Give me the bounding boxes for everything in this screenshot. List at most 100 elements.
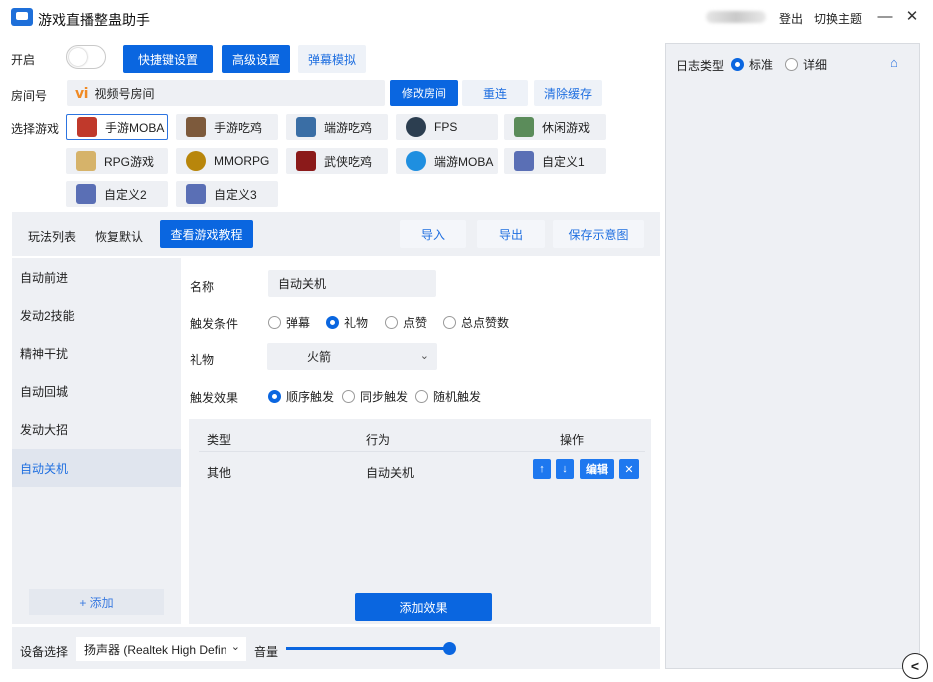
add-effect-button[interactable]: 添加效果: [355, 593, 492, 621]
game-item-custom-1[interactable]: 自定义1: [504, 148, 606, 174]
move-down-button[interactable]: ↓: [556, 459, 574, 479]
volume-slider-track[interactable]: [286, 647, 450, 650]
enable-toggle[interactable]: [66, 45, 106, 69]
log-radio-standard[interactable]: 标准: [731, 56, 773, 73]
clear-log-icon[interactable]: ⌂: [890, 55, 898, 70]
effect-label: 触发效果: [190, 391, 239, 405]
game-item-wuxia-pubg[interactable]: 武侠吃鸡: [286, 148, 388, 174]
column-header-type: 类型: [207, 433, 232, 447]
game-item-fps[interactable]: FPS: [396, 114, 498, 140]
hero-avatar-icon: [77, 117, 97, 137]
effect-radio-sync[interactable]: 同步触发: [342, 388, 408, 405]
room-value: 视频号房间: [94, 86, 155, 101]
name-label: 名称: [190, 280, 215, 294]
game-item-mmorpg[interactable]: MMORPG: [176, 148, 278, 174]
cs-icon: [406, 117, 426, 137]
play-item[interactable]: 自动回城: [12, 372, 181, 410]
room-field[interactable]: ⅵ 视频号房间: [67, 80, 385, 106]
advanced-settings-button[interactable]: 高级设置: [222, 45, 290, 73]
soldier-icon: [296, 117, 316, 137]
modify-room-button[interactable]: 修改房间: [390, 80, 458, 106]
play-item[interactable]: 精神干扰: [12, 334, 181, 372]
trigger-radio-danmaku[interactable]: 弹幕: [268, 314, 310, 331]
save-diagram-button[interactable]: 保存示意图: [553, 220, 644, 248]
game-item-mobile-moba[interactable]: 手游MOBA: [66, 114, 168, 140]
close-button[interactable]: ✕: [900, 6, 924, 28]
view-tutorial-button[interactable]: 查看游戏教程: [160, 220, 253, 248]
game-item-rpg[interactable]: RPG游戏: [66, 148, 168, 174]
clear-cache-button[interactable]: 清除缓存: [534, 80, 602, 106]
game-item-pc-moba[interactable]: 端游MOBA: [396, 148, 498, 174]
export-button[interactable]: 导出: [477, 220, 545, 248]
move-up-button[interactable]: ↑: [533, 459, 551, 479]
game-item-custom-3[interactable]: 自定义3: [176, 181, 278, 207]
delete-button[interactable]: ✕: [619, 459, 639, 479]
chevron-left-icon: <: [910, 658, 920, 674]
name-field[interactable]: 自动关机: [268, 270, 436, 297]
play-item-selected[interactable]: 自动关机: [12, 449, 181, 487]
game-item-mobile-pubg[interactable]: 手游吃鸡: [176, 114, 278, 140]
app-logo-icon: [11, 8, 33, 26]
play-item[interactable]: 发动大招: [12, 410, 181, 448]
lol-logo-icon: [406, 151, 426, 171]
column-header-action: 行为: [366, 433, 391, 447]
play-item[interactable]: 发动2技能: [12, 296, 181, 334]
logout-link[interactable]: 登出: [779, 10, 803, 27]
wechat-channels-icon: ⅵ: [75, 84, 89, 101]
wow-logo-icon: [186, 151, 206, 171]
trigger-label: 触发条件: [190, 317, 239, 331]
radio-dot-icon: [268, 390, 281, 403]
edit-button[interactable]: 编辑: [580, 459, 614, 479]
gift-label: 礼物: [190, 353, 215, 367]
radio-dot-icon: [326, 316, 339, 329]
effect-radio-sequential[interactable]: 顺序触发: [268, 388, 334, 405]
minimize-button[interactable]: —: [873, 6, 897, 28]
radio-dot-icon: [385, 316, 398, 329]
log-type-label: 日志类型: [676, 59, 725, 73]
add-play-button[interactable]: + 添加: [29, 589, 164, 615]
gift-select[interactable]: 火箭 ⌄: [267, 343, 437, 370]
wuxia-game-icon: [296, 151, 316, 171]
header-divider: [199, 451, 645, 452]
device-select[interactable]: 扬声器 (Realtek High Definit ⌄: [76, 637, 246, 661]
casual-game-icon: [514, 117, 534, 137]
play-item[interactable]: 自动前进: [12, 258, 181, 296]
play-list-tab[interactable]: 玩法列表: [28, 228, 76, 245]
user-name-blurred: [706, 11, 766, 23]
app-title: 游戏直播整蛊助手: [38, 12, 150, 28]
restore-default-button[interactable]: 恢复默认: [95, 228, 143, 245]
table-cell-type: 其他: [207, 466, 232, 480]
log-radio-detailed[interactable]: 详细: [785, 56, 827, 73]
trigger-radio-like[interactable]: 点赞: [385, 314, 427, 331]
radio-dot-icon: [443, 316, 456, 329]
monitor-icon: [514, 151, 534, 171]
volume-slider-thumb[interactable]: [443, 642, 456, 655]
monitor-icon: [76, 184, 96, 204]
radio-dot-icon: [785, 58, 798, 71]
hotkey-settings-button[interactable]: 快捷键设置: [123, 45, 213, 73]
game-item-pc-pubg[interactable]: 端游吃鸡: [286, 114, 388, 140]
radio-dot-icon: [731, 58, 744, 71]
radio-dot-icon: [342, 390, 355, 403]
trigger-radio-total-likes[interactable]: 总点赞数: [443, 314, 509, 331]
column-header-ops: 操作: [560, 433, 585, 447]
room-label: 房间号: [11, 89, 48, 103]
import-button[interactable]: 导入: [400, 220, 466, 248]
chevron-down-icon: ⌄: [419, 350, 429, 362]
volume-label: 音量: [254, 645, 279, 659]
device-label: 设备选择: [20, 645, 69, 659]
log-panel: [665, 43, 920, 669]
radio-dot-icon: [268, 316, 281, 329]
collapse-panel-button[interactable]: <: [902, 653, 928, 679]
effect-radio-random[interactable]: 随机触发: [415, 388, 481, 405]
rpg-character-icon: [76, 151, 96, 171]
switch-theme-link[interactable]: 切换主题: [814, 10, 862, 27]
table-cell-action: 自动关机: [366, 466, 415, 480]
danmaku-simulate-button[interactable]: 弹幕模拟: [298, 45, 366, 73]
chevron-down-icon: ⌄: [230, 641, 240, 653]
select-game-label: 选择游戏: [11, 122, 60, 136]
game-item-casual[interactable]: 休闲游戏: [504, 114, 606, 140]
game-item-custom-2[interactable]: 自定义2: [66, 181, 168, 207]
reconnect-button[interactable]: 重连: [462, 80, 528, 106]
trigger-radio-gift[interactable]: 礼物: [326, 314, 368, 331]
